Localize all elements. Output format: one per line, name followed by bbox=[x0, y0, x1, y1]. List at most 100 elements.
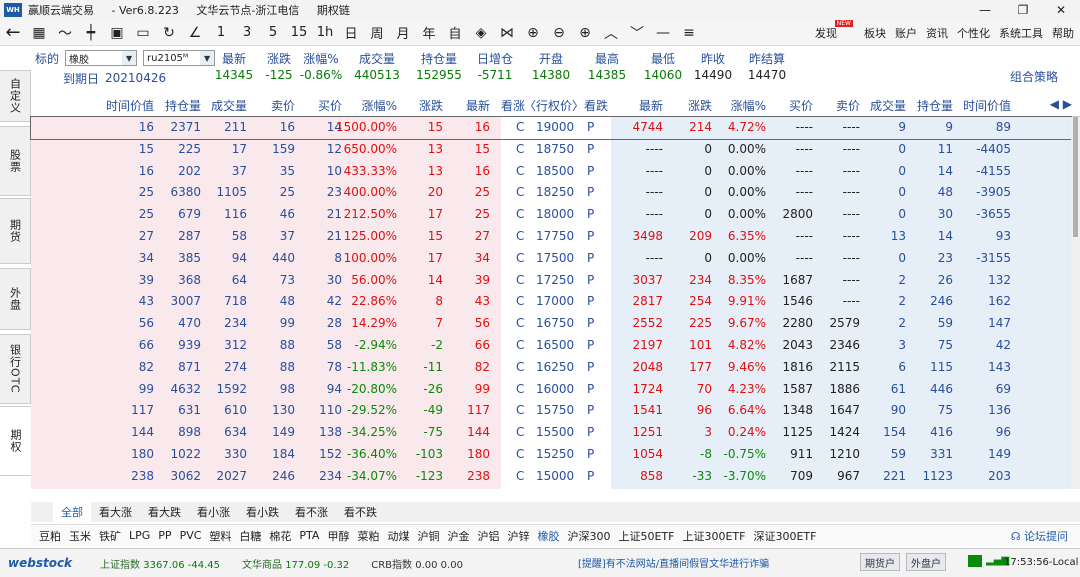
table-row[interactable]: 15 225 17 159 12 650.00% 13 15 C 18750 P ---- 0 0.00%… bbox=[31, 139, 1071, 161]
strike-price[interactable]: 18000 bbox=[536, 207, 574, 221]
column-scroll-arrows[interactable]: ◀ ▶ bbox=[1050, 97, 1072, 111]
column-header-put[interactable]: 最新 bbox=[639, 97, 663, 114]
commodity-tab[interactable]: 动煤 bbox=[383, 528, 413, 544]
fraud-notice[interactable]: [提醒]有不法网站/直播间假冒文华进行诈骗 bbox=[578, 555, 769, 570]
underlying-select[interactable]: 橡胶 ▼ bbox=[65, 50, 138, 66]
column-header-call[interactable]: 最新 bbox=[466, 97, 490, 114]
table-row[interactable]: 43 3007 718 48 42 22.86% 8 43 C 17000 P 2817 254 9.91… bbox=[31, 291, 1071, 313]
zoom-out-icon[interactable]: ⊖ bbox=[546, 21, 572, 45]
table-row[interactable]: 27 287 58 37 21 125.00% 15 27 C 17750 P 3498 209 6.35… bbox=[31, 226, 1071, 248]
strike-price[interactable]: 16500 bbox=[536, 338, 574, 352]
save-icon[interactable]: ▭ bbox=[130, 21, 156, 45]
restore-button[interactable]: ❐ bbox=[1004, 0, 1042, 20]
column-header-call[interactable]: 涨幅% bbox=[362, 97, 397, 114]
period-button[interactable]: 1 bbox=[208, 21, 234, 45]
table-row[interactable]: 56 470 234 99 28 14.29% 7 56 C 16750 P 2552 225 9.67%… bbox=[31, 313, 1071, 335]
strike-price[interactable]: 17250 bbox=[536, 273, 574, 287]
table-row[interactable]: 238 3062 2027 246 234 -34.07% -123 238 C 15000 P 85… bbox=[31, 466, 1071, 488]
strike-price[interactable]: 18250 bbox=[536, 185, 574, 199]
commodity-tab[interactable]: 沪金 bbox=[443, 528, 473, 544]
period-button[interactable]: 5 bbox=[260, 21, 286, 45]
column-header-put[interactable]: 成交量 bbox=[870, 97, 906, 114]
strike-price[interactable]: 18500 bbox=[536, 164, 574, 178]
column-header-call[interactable]: 持仓量 bbox=[165, 97, 201, 114]
strike-price[interactable]: 16250 bbox=[536, 360, 574, 374]
table-row[interactable]: 25 679 116 46 21 212.50% 17 25 C 18000 P ---- 0 0.00%… bbox=[31, 204, 1071, 226]
table-row[interactable]: 180 1022 330 184 152 -36.40% -103 180 C 15250 P 105… bbox=[31, 444, 1071, 466]
table-row[interactable]: 16 202 37 35 10 433.33% 13 16 C 18500 P ---- 0 0.00% -… bbox=[31, 161, 1071, 183]
menu-item[interactable]: 发现 NEW bbox=[815, 20, 853, 41]
minimize-button[interactable]: — bbox=[966, 0, 1004, 20]
category-tab[interactable]: 期货 bbox=[0, 198, 31, 264]
column-header-put[interactable]: 涨幅% bbox=[731, 97, 766, 114]
period-button[interactable]: 周 bbox=[364, 21, 390, 45]
column-header-call[interactable]: 卖价 bbox=[271, 97, 295, 114]
filter-tab[interactable]: 看大涨 bbox=[91, 502, 140, 522]
draw-tool-icon[interactable]: ∠ bbox=[182, 21, 208, 45]
filter-tab[interactable]: 看不涨 bbox=[287, 502, 336, 522]
down-icon[interactable]: ﹀ bbox=[624, 21, 650, 45]
commodity-tab[interactable]: 菜粕 bbox=[353, 528, 383, 544]
column-header-put[interactable]: 买价 bbox=[789, 97, 813, 114]
period-button[interactable]: 自 bbox=[442, 21, 468, 45]
strike-price[interactable]: 15000 bbox=[536, 469, 574, 483]
commodity-tab[interactable]: 上证50ETF bbox=[614, 528, 678, 544]
commodity-tab[interactable]: 沪铝 bbox=[473, 528, 503, 544]
list-icon[interactable]: ≡ bbox=[676, 21, 702, 45]
commodity-tab[interactable]: 铁矿 bbox=[95, 528, 125, 544]
table-row[interactable]: 117 631 610 130 110 -29.52% -49 117 C 15750 P 1541 9… bbox=[31, 400, 1071, 422]
strike-price[interactable]: 17000 bbox=[536, 294, 574, 308]
strike-price[interactable]: 17750 bbox=[536, 229, 574, 243]
table-row[interactable]: 25 6380 1105 25 23 400.00% 20 25 C 18250 P ---- 0 0.0… bbox=[31, 182, 1071, 204]
column-header-put[interactable]: 时间价值 bbox=[963, 97, 1011, 114]
grid-icon[interactable]: ▦ bbox=[26, 21, 52, 45]
commodity-tab[interactable]: PTA bbox=[295, 529, 323, 542]
up-icon[interactable]: ︿ bbox=[598, 21, 624, 45]
expand-icon[interactable]: ◈ bbox=[468, 21, 494, 45]
column-header-put[interactable]: 涨跌 bbox=[688, 97, 712, 114]
strike-price[interactable]: 17500 bbox=[536, 251, 574, 265]
cursor-icon[interactable]: ⊕ bbox=[520, 21, 546, 45]
category-tab[interactable]: 银行OTC bbox=[0, 334, 31, 404]
table-row[interactable]: 34 385 94 440 8 100.00% 17 34 C 17500 P ---- 0 0.00% -… bbox=[31, 248, 1071, 270]
column-header-call[interactable]: 涨跌 bbox=[419, 97, 443, 114]
menu-item[interactable]: 账户 bbox=[895, 25, 917, 41]
candlestick-icon[interactable]: ┿ bbox=[78, 21, 104, 45]
quote-board-icon[interactable]: ▣ bbox=[104, 21, 130, 45]
commodity-tab[interactable]: 橡胶 bbox=[533, 528, 563, 544]
commodity-tab[interactable]: 白糖 bbox=[235, 528, 265, 544]
back-arrow-icon[interactable]: ← bbox=[0, 21, 26, 45]
category-tab[interactable]: 期权 bbox=[0, 406, 31, 476]
dash-icon[interactable]: — bbox=[650, 21, 676, 45]
combo-strategy-link[interactable]: 组合策略 bbox=[1010, 68, 1058, 85]
table-row[interactable]: 144 898 634 149 138 -34.25% -75 144 C 15500 P 1251 3… bbox=[31, 422, 1071, 444]
commodity-tab[interactable]: 塑料 bbox=[205, 528, 235, 544]
menu-item[interactable]: 资讯 bbox=[926, 25, 948, 41]
commodity-tab[interactable]: 棉花 bbox=[265, 528, 295, 544]
foreign-account-button[interactable]: 外盘户 bbox=[906, 553, 946, 571]
menu-item[interactable]: 板块 bbox=[864, 25, 886, 41]
strike-price[interactable]: 15500 bbox=[536, 425, 574, 439]
commodity-tab[interactable]: 深证300ETF bbox=[749, 528, 820, 544]
period-button[interactable]: 月 bbox=[390, 21, 416, 45]
table-row[interactable]: 99 4632 1592 98 94 -20.80% -26 99 C 16000 P 1724 70 4… bbox=[31, 379, 1071, 401]
strike-price[interactable]: 19000 bbox=[536, 120, 574, 134]
column-header-call-type[interactable]: 看涨 bbox=[501, 97, 525, 114]
period-button[interactable]: 15 bbox=[286, 21, 312, 45]
commodity-tab[interactable]: 沪铜 bbox=[413, 528, 443, 544]
vertical-scrollbar[interactable] bbox=[1071, 117, 1080, 489]
period-button[interactable]: 年 bbox=[416, 21, 442, 45]
commodity-tab[interactable]: 沪深300 bbox=[563, 528, 614, 544]
commodity-tab[interactable]: 上证300ETF bbox=[678, 528, 749, 544]
commodity-tab[interactable]: 玉米 bbox=[65, 528, 95, 544]
line-chart-icon[interactable]: 〜 bbox=[52, 21, 78, 45]
table-row[interactable]: 39 368 64 73 30 56.00% 14 39 C 17250 P 3037 234 8.35%… bbox=[31, 270, 1071, 292]
column-header-call[interactable]: 成交量 bbox=[211, 97, 247, 114]
strike-price[interactable]: 16000 bbox=[536, 382, 574, 396]
filter-tab[interactable]: 看小涨 bbox=[189, 502, 238, 522]
menu-item[interactable]: 个性化 bbox=[957, 25, 990, 41]
filter-tab[interactable]: 看小跌 bbox=[238, 502, 287, 522]
collapse-icon[interactable]: ⋈ bbox=[494, 21, 520, 45]
column-header-put[interactable]: 持仓量 bbox=[917, 97, 953, 114]
column-header-put-type[interactable]: 看跌 bbox=[584, 97, 608, 114]
